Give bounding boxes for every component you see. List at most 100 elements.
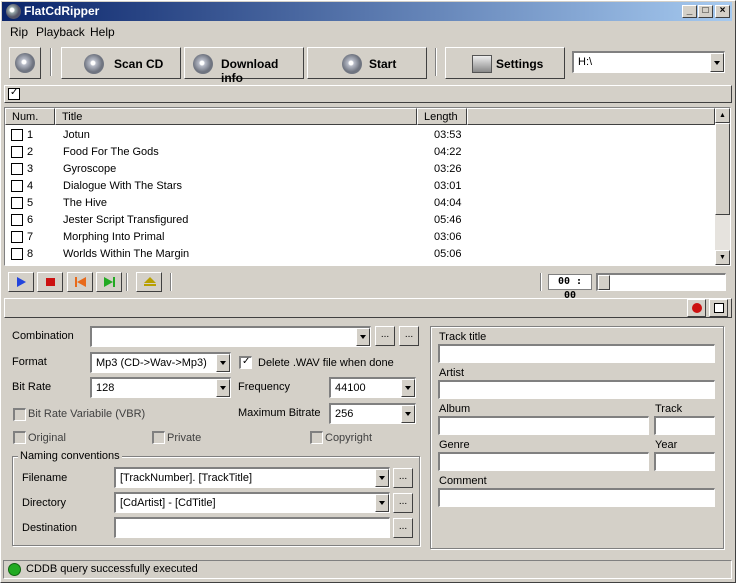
next-track-button[interactable]: [96, 272, 122, 292]
table-row[interactable]: 6 Jester Script Transfigured 05:46: [5, 212, 715, 229]
private-checkbox[interactable]: [152, 431, 165, 444]
max-bitrate-select[interactable]: 256: [329, 403, 416, 424]
track-title: The Hive: [63, 197, 108, 209]
chevron-down-icon[interactable]: [375, 469, 389, 487]
chevron-down-icon[interactable]: [216, 379, 230, 397]
format-select[interactable]: Mp3 (CD->Wav->Mp3): [90, 352, 231, 373]
combination-label: Combination: [12, 330, 74, 342]
copyright-checkbox[interactable]: [310, 431, 323, 444]
playback-time: 00 : 00: [548, 274, 592, 301]
status-bar: CDDB query successfully executed: [3, 560, 732, 579]
directory-browse-button[interactable]: ...: [393, 493, 413, 513]
year-input[interactable]: [654, 452, 715, 471]
track-title-label: Track title: [439, 331, 487, 343]
toggle-panel-button[interactable]: [709, 299, 728, 317]
track-checkbox[interactable]: [11, 214, 23, 226]
bitrate-value: 128: [96, 382, 115, 394]
combination-manage-button[interactable]: ...: [399, 326, 419, 346]
comment-input[interactable]: [438, 488, 715, 507]
start-button[interactable]: Start: [307, 47, 427, 79]
menu-help[interactable]: Help: [90, 25, 115, 39]
destination-browse-button[interactable]: ...: [393, 518, 413, 538]
track-number-input[interactable]: [654, 416, 715, 435]
track-checkbox[interactable]: [11, 180, 23, 192]
table-row[interactable]: 5 The Hive 04:04: [5, 195, 715, 212]
scroll-thumb[interactable]: [715, 123, 730, 215]
start-cd-icon: [342, 54, 362, 74]
eject-cd-button[interactable]: [9, 47, 41, 79]
track-checkbox[interactable]: [11, 129, 23, 141]
track-num: 6: [27, 214, 34, 226]
track-length: 03:06: [434, 231, 462, 243]
original-checkbox[interactable]: [13, 431, 26, 444]
table-row[interactable]: 4 Dialogue With The Stars 03:01: [5, 178, 715, 195]
column-header-length[interactable]: Length: [417, 108, 467, 125]
scan-cd-label: Scan CD: [114, 57, 164, 71]
table-row[interactable]: 2 Food For The Gods 04:22: [5, 144, 715, 161]
close-button[interactable]: ×: [715, 5, 730, 18]
stop-button[interactable]: [37, 272, 63, 292]
play-button[interactable]: [8, 272, 34, 292]
vbr-checkbox[interactable]: [13, 408, 26, 421]
table-row[interactable]: 3 Gyroscope 03:26: [5, 161, 715, 178]
select-all-checkbox[interactable]: ✓: [8, 87, 20, 100]
chevron-down-icon[interactable]: [401, 405, 415, 423]
track-checkbox[interactable]: [11, 197, 23, 209]
checkmark-icon: ✓: [10, 87, 19, 98]
settings-button[interactable]: Settings: [445, 47, 565, 79]
playback-position-slider[interactable]: [596, 273, 726, 291]
column-label: Title: [62, 111, 83, 123]
destination-input[interactable]: [114, 517, 390, 538]
track-title: Morphing Into Primal: [63, 231, 165, 243]
album-input[interactable]: [438, 416, 649, 435]
track-checkbox[interactable]: [11, 146, 23, 158]
menu-playback[interactable]: Playback: [36, 25, 85, 39]
drive-select[interactable]: H:\: [572, 51, 725, 73]
format-label: Format: [12, 356, 47, 368]
chevron-down-icon[interactable]: [401, 379, 415, 397]
track-list-scrollbar[interactable]: ▲ ▼: [715, 108, 730, 265]
table-row[interactable]: 7 Morphing Into Primal 03:06: [5, 229, 715, 246]
clear-tags-button[interactable]: [687, 299, 706, 317]
scroll-down-arrow-icon[interactable]: ▼: [715, 250, 730, 265]
track-title: Dialogue With The Stars: [63, 180, 183, 192]
title-bar[interactable]: FlatCdRipper _ □ ×: [2, 2, 732, 21]
genre-input[interactable]: [438, 452, 649, 471]
scroll-up-arrow-icon[interactable]: ▲: [715, 108, 730, 123]
bitrate-select[interactable]: 128: [90, 377, 231, 398]
track-title: Worlds Within The Margin: [63, 248, 190, 260]
table-row[interactable]: 1 Jotun 03:53: [5, 127, 715, 144]
combination-save-button[interactable]: ...: [375, 326, 395, 346]
menu-rip[interactable]: Rip: [10, 25, 28, 39]
eject-bar-icon: [144, 284, 156, 286]
eject-button[interactable]: [136, 272, 162, 292]
column-header-num[interactable]: Num.: [5, 108, 55, 125]
scan-cd-button[interactable]: Scan CD: [61, 47, 181, 79]
download-info-button[interactable]: Download info: [184, 47, 304, 85]
filename-select[interactable]: [TrackNumber]. [TrackTitle]: [114, 467, 390, 488]
minimize-button[interactable]: _: [682, 5, 697, 18]
track-checkbox[interactable]: [11, 231, 23, 243]
column-header-title[interactable]: Title: [55, 108, 417, 125]
chevron-down-icon[interactable]: [356, 328, 370, 346]
maximize-button[interactable]: □: [698, 5, 713, 18]
delete-wav-checkbox[interactable]: ✓: [239, 356, 252, 369]
frequency-select[interactable]: 44100: [329, 377, 416, 398]
slider-thumb[interactable]: [598, 275, 610, 290]
chevron-down-icon[interactable]: [375, 494, 389, 512]
track-checkbox[interactable]: [11, 163, 23, 175]
panel-icon: [714, 303, 724, 313]
chevron-down-icon[interactable]: [710, 53, 724, 72]
directory-select[interactable]: [CdArtist] - [CdTitle]: [114, 492, 390, 513]
player-separator: [540, 273, 542, 291]
filename-browse-button[interactable]: ...: [393, 468, 413, 488]
track-checkbox[interactable]: [11, 248, 23, 260]
track-number-label: Track: [655, 403, 683, 415]
combination-select[interactable]: [90, 326, 371, 347]
chevron-down-icon[interactable]: [216, 354, 230, 372]
previous-track-button[interactable]: [67, 272, 93, 292]
table-row[interactable]: 8 Worlds Within The Margin 05:06: [5, 246, 715, 263]
bitrate-label: Bit Rate: [12, 381, 52, 393]
track-title-input[interactable]: [438, 344, 715, 363]
artist-input[interactable]: [438, 380, 715, 399]
